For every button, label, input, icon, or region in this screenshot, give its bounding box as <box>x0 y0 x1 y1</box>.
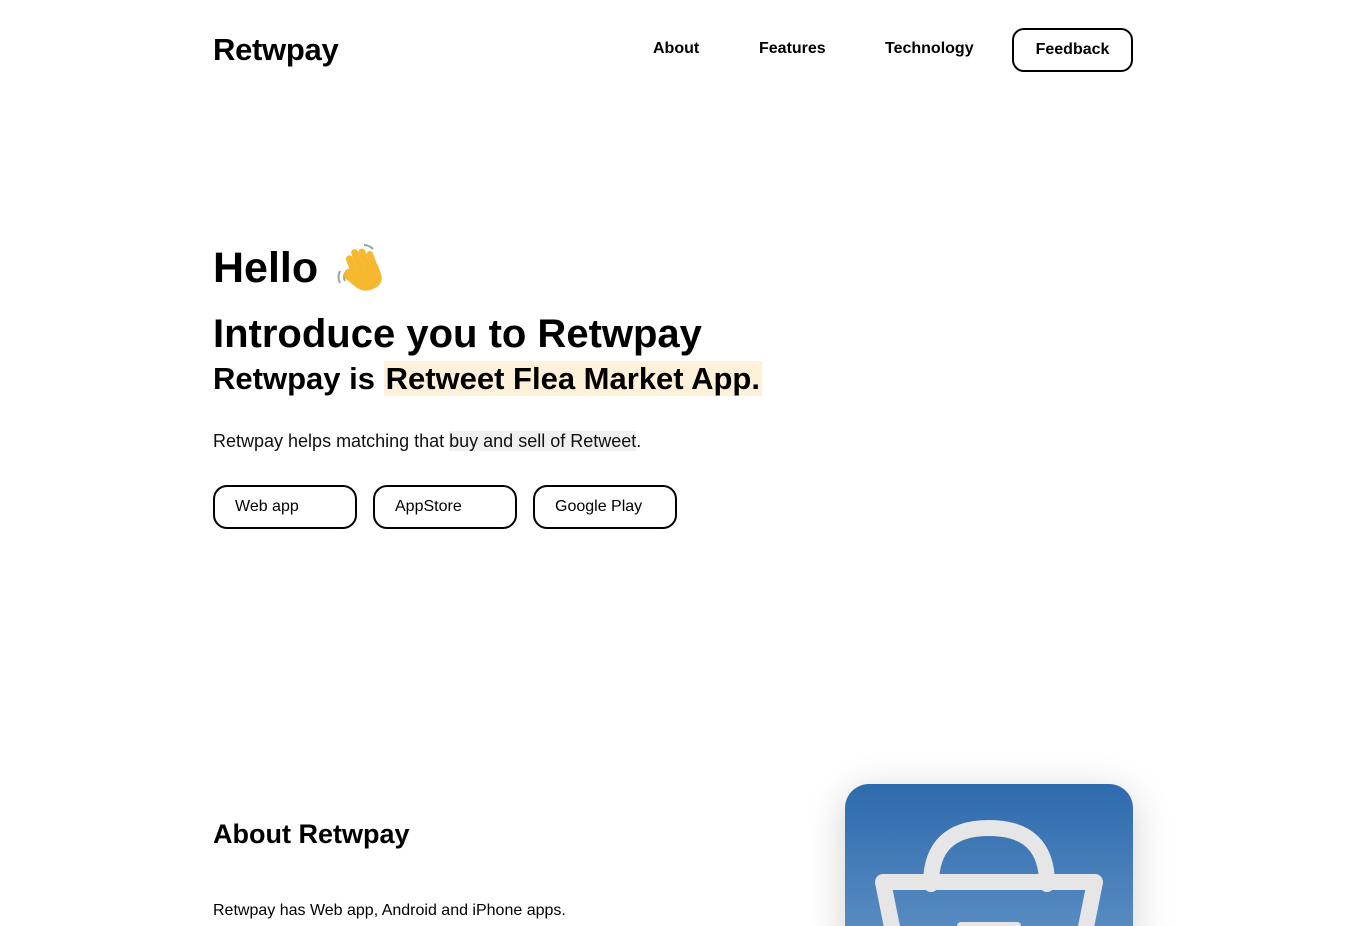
page: Retwpay About Features Technology Feedba… <box>0 0 1346 926</box>
hello-heading: Hello <box>213 240 388 296</box>
hello-text: Hello <box>213 244 319 292</box>
web-app-button-label: Web app <box>235 498 299 515</box>
appstore-button-label: AppStore <box>395 498 462 515</box>
appstore-button[interactable]: AppStore <box>373 485 517 529</box>
about-section-title: About Retwpay <box>213 819 410 849</box>
feedback-button-label: Feedback <box>1035 41 1110 58</box>
hero-headline: Introduce you to Retwpay <box>213 312 702 356</box>
app-icon-image <box>845 784 1133 926</box>
subhead-prefix: Retwpay is <box>213 361 384 396</box>
subhead-highlight: Retweet Flea Market App. <box>383 361 762 396</box>
google-play-button-label: Google Play <box>555 498 643 515</box>
web-app-button[interactable]: Web app <box>213 485 357 529</box>
waving-hand-icon <box>334 241 388 295</box>
desc-highlight: buy and sell of Retweet <box>449 431 637 451</box>
nav-technology-link[interactable]: Technology <box>885 38 974 60</box>
nav-about-link[interactable]: About <box>653 38 699 60</box>
nav-features-link[interactable]: Features <box>759 38 826 60</box>
about-section-text: Retwpay has Web app, Android and iPhone … <box>213 902 566 919</box>
google-play-button[interactable]: Google Play <box>533 485 677 529</box>
hero-subheadline: Retwpay is Retweet Flea Market App. <box>213 360 762 398</box>
site-logo[interactable]: Retwpay <box>213 30 339 70</box>
shopping-basket-icon <box>875 819 1103 926</box>
desc-prefix: Retwpay helps matching that <box>213 431 450 451</box>
hero-description: Retwpay helps matching that buy and sell… <box>213 429 641 453</box>
desc-suffix: . <box>636 431 642 451</box>
feedback-button[interactable]: Feedback <box>1012 28 1133 72</box>
